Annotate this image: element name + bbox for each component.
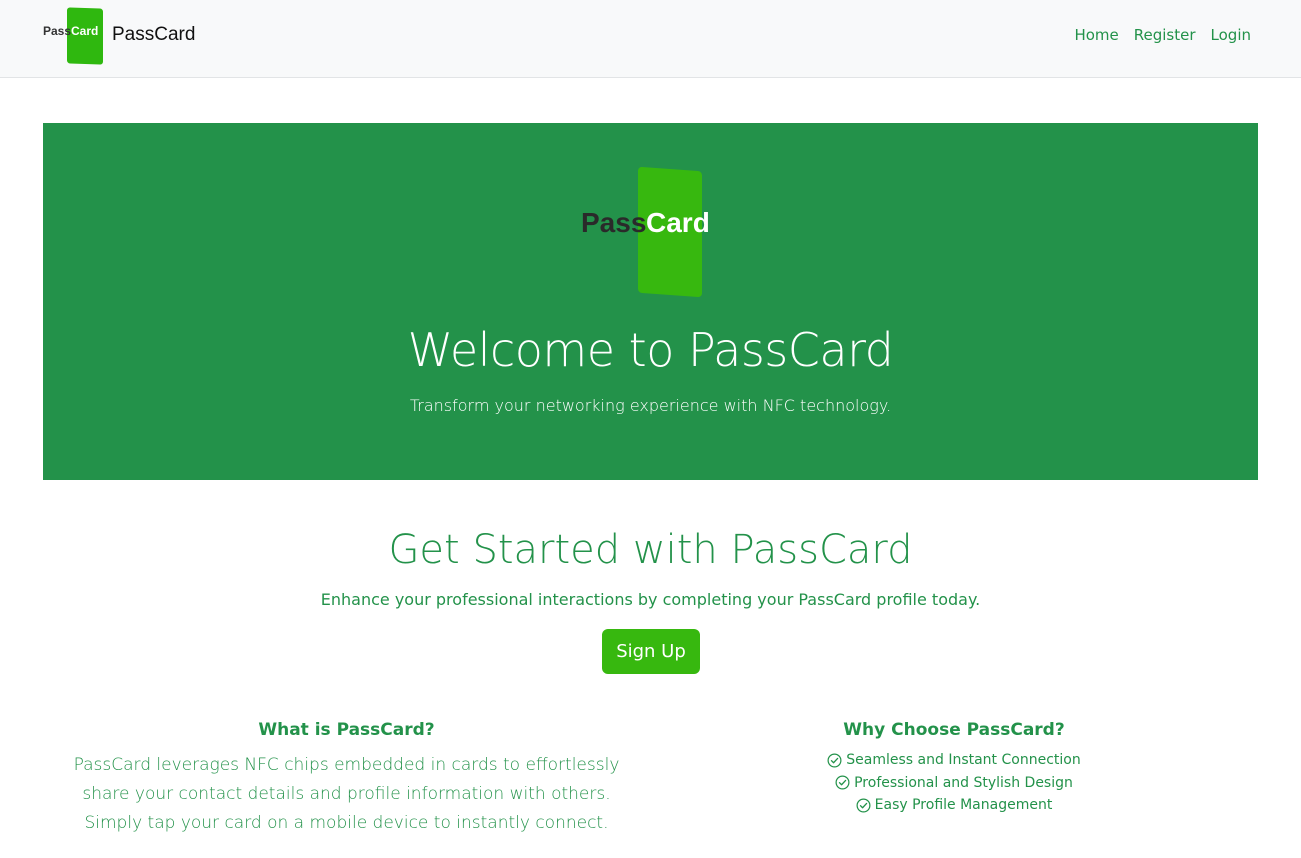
what-is-title: What is PassCard? <box>258 720 435 740</box>
feature-item: Professional and Stylish Design <box>654 772 1254 795</box>
nav-link-login[interactable]: Login <box>1211 26 1251 44</box>
nav-link-register[interactable]: Register <box>1134 26 1196 44</box>
why-choose-section: Why Choose PassCard? Seamless and Instan… <box>654 718 1254 817</box>
check-circle-icon <box>835 775 850 790</box>
what-is-section: What is PassCard? PassCard leverages NFC… <box>43 718 650 838</box>
what-is-body: PassCard leverages NFC chips embedded in… <box>73 755 620 833</box>
feature-label: Seamless and Instant Connection <box>846 752 1081 768</box>
hero-banner: Pass Card Welcome to PassCard Transform … <box>43 123 1258 480</box>
check-circle-icon <box>827 753 842 768</box>
features-list: Seamless and Instant Connection Professi… <box>654 749 1254 817</box>
check-circle-icon <box>856 798 871 813</box>
passcard-logo: Pass Card <box>43 7 105 65</box>
hero-subtitle: Transform your networking experience wit… <box>409 396 892 415</box>
feature-label: Easy Profile Management <box>874 797 1053 813</box>
logo-text-card: Card <box>71 24 99 38</box>
logo-text-pass: Pass <box>43 24 72 38</box>
get-started-title: Get Started with PassCard <box>388 527 913 573</box>
brand-name[interactable]: PassCard <box>112 24 195 46</box>
hero-logo-text-card: Card <box>646 207 710 238</box>
feature-item: Seamless and Instant Connection <box>654 749 1254 772</box>
sign-up-button[interactable]: Sign Up <box>602 629 700 674</box>
why-choose-title: Why Choose PassCard? <box>843 720 1065 740</box>
get-started-subtitle: Enhance your professional interactions b… <box>320 590 981 609</box>
feature-label: Professional and Stylish Design <box>854 774 1073 791</box>
nav-link-home[interactable]: Home <box>1074 26 1118 44</box>
hero-passcard-logo: Pass Card <box>580 166 720 299</box>
feature-item: Easy Profile Management <box>654 794 1254 817</box>
navbar: Pass Card PassCard Home Register Login <box>0 0 1301 78</box>
hero-title: Welcome to PassCard <box>407 323 894 377</box>
brand-link[interactable]: Pass Card PassCard <box>43 7 195 65</box>
nav-links: Home Register Login <box>1074 26 1251 44</box>
hero-logo-text-pass: Pass <box>581 207 647 238</box>
